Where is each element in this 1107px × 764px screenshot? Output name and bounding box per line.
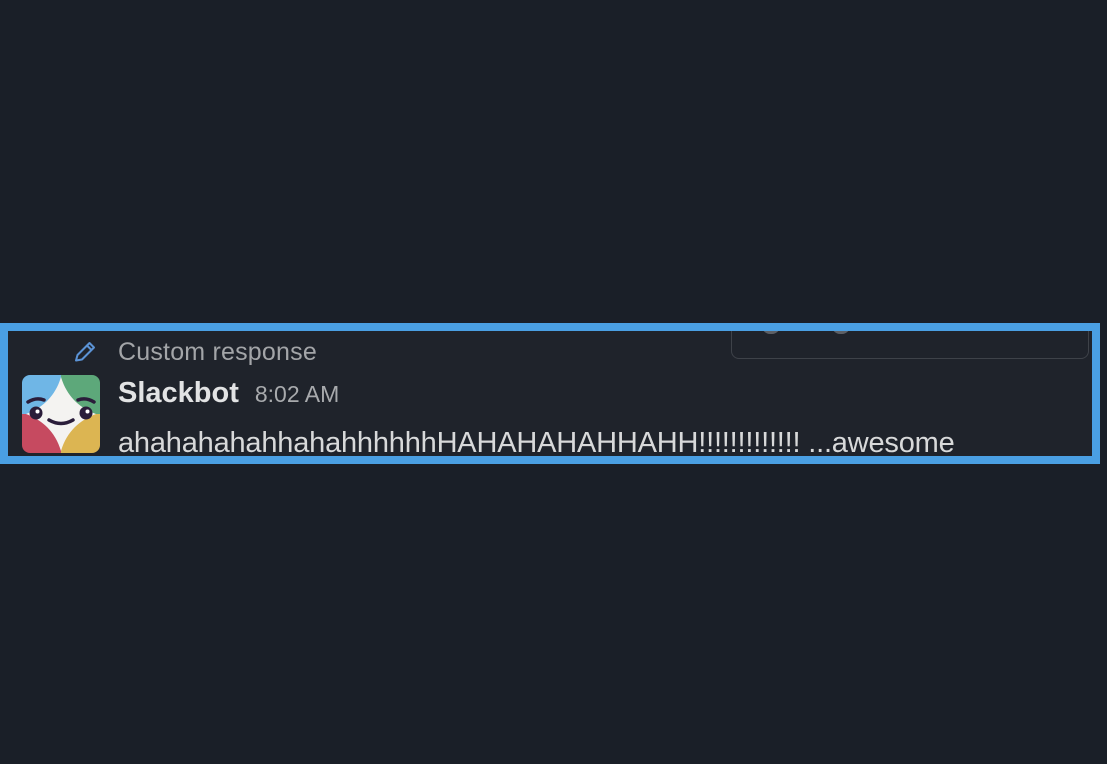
emoji-reaction-icon[interactable]: [762, 331, 780, 334]
custom-response-row: Custom response: [70, 337, 317, 367]
message-body: ahahahahahhahahhhhhhHAHAHAHAHHAHH!!!!!!!…: [118, 427, 955, 459]
screen: Custom response Slackbot 8:02 AM ahahaha…: [0, 0, 1107, 764]
slackbot-avatar-icon[interactable]: [22, 375, 100, 453]
message-actions-toolbar[interactable]: [731, 331, 1089, 359]
reply-icon[interactable]: [832, 331, 850, 334]
message-header: Slackbot 8:02 AM: [118, 377, 339, 410]
message-timestamp[interactable]: 8:02 AM: [255, 381, 339, 408]
highlighted-message[interactable]: Custom response Slackbot 8:02 AM ahahaha…: [0, 323, 1100, 464]
custom-response-label: Custom response: [118, 337, 317, 366]
pencil-icon: [70, 337, 100, 367]
sender-name[interactable]: Slackbot: [118, 377, 239, 410]
